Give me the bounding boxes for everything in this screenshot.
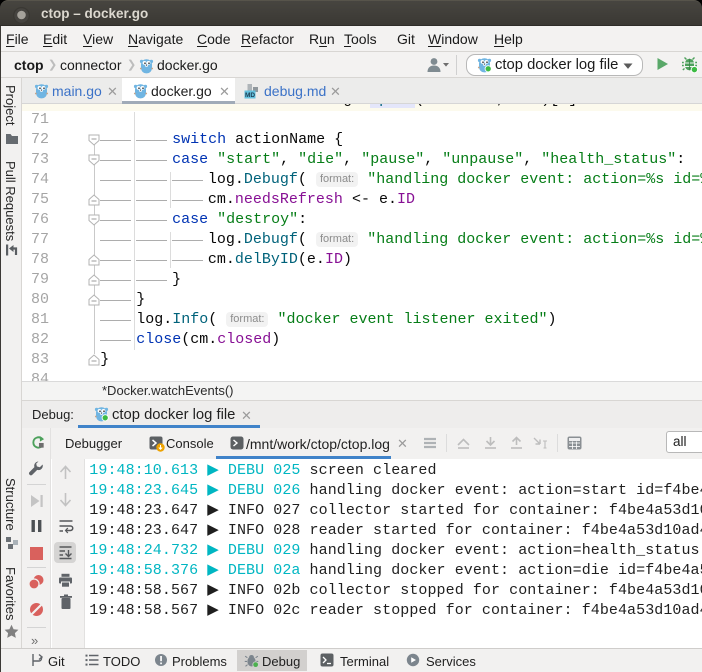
- svg-text:MD: MD: [245, 92, 255, 99]
